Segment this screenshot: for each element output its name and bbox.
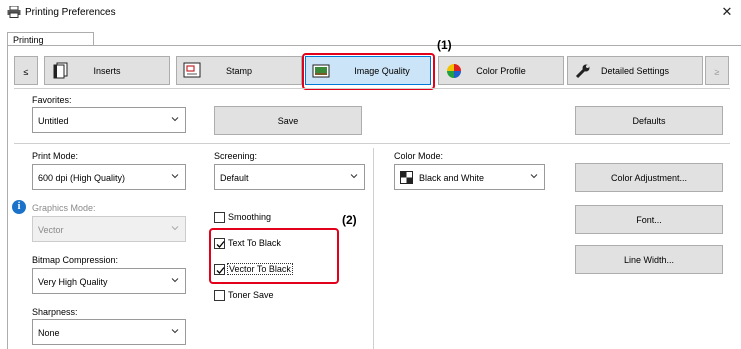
chevron-down-icon <box>530 174 538 179</box>
tab-strip: Printing Preferences <box>0 24 741 55</box>
smoothing-label: Smoothing <box>228 212 272 222</box>
chevron-down-icon <box>350 174 358 179</box>
print-mode-label: Print Mode: <box>32 151 79 161</box>
prev-category-button[interactable]: ≤ <box>14 56 38 85</box>
chevron-down-icon <box>171 226 179 231</box>
font-button[interactable]: Font... <box>575 205 723 234</box>
next-category-button[interactable]: ≥ <box>705 56 729 85</box>
sharpness-select[interactable]: None <box>32 319 186 345</box>
toner-save-label: Toner Save <box>228 290 274 300</box>
category-detailed-settings-button[interactable]: Detailed Settings <box>567 56 703 85</box>
color-mode-value: Black and White <box>419 173 485 183</box>
category-label: Inserts <box>93 66 121 76</box>
title-bar: Printing Preferences ✕ <box>0 0 741 24</box>
close-button[interactable]: ✕ <box>713 0 741 24</box>
color-mode-label: Color Mode: <box>394 151 444 161</box>
checkbox-box <box>214 212 225 223</box>
color-mode-select[interactable]: Black and White <box>394 164 545 190</box>
category-label: Stamp <box>225 66 252 76</box>
checkbox-box <box>214 290 225 301</box>
screening-select[interactable]: Default <box>214 164 365 190</box>
screening-value: Default <box>220 173 249 183</box>
category-stamp-button[interactable]: Stamp <box>176 56 302 85</box>
chevron-down-icon <box>171 117 179 122</box>
printer-icon <box>7 6 21 18</box>
separator <box>14 88 730 89</box>
print-mode-value: 600 dpi (High Quality) <box>38 173 126 183</box>
annotation-label-1: (1) <box>437 38 452 52</box>
graphics-mode-select[interactable]: Vector <box>32 216 186 242</box>
color-adjustment-button[interactable]: Color Adjustment... <box>575 163 723 192</box>
defaults-button[interactable]: Defaults <box>575 106 723 135</box>
settings-panel <box>7 45 741 349</box>
window-title: Printing Preferences <box>25 7 116 18</box>
close-icon: ✕ <box>721 4 733 19</box>
info-icon: i <box>12 200 26 214</box>
save-button[interactable]: Save <box>214 106 362 135</box>
category-label: Detailed Settings <box>600 66 670 76</box>
annotation-highlight-1 <box>302 53 435 90</box>
separator <box>14 143 730 144</box>
bitmap-compression-value: Very High Quality <box>38 277 108 287</box>
sharpness-value: None <box>38 328 60 338</box>
bitmap-compression-label: Bitmap Compression: <box>32 255 119 265</box>
graphics-mode-label: Graphics Mode: <box>32 203 96 213</box>
favorites-select[interactable]: Untitled <box>32 107 186 133</box>
favorites-label: Favorites: <box>32 95 72 105</box>
chevron-down-icon <box>171 329 179 334</box>
sharpness-label: Sharpness: <box>32 307 78 317</box>
category-color-profile-button[interactable]: Color Profile <box>438 56 564 85</box>
bitmap-compression-select[interactable]: Very High Quality <box>32 268 186 294</box>
favorites-value: Untitled <box>38 116 69 126</box>
annotation-highlight-2 <box>209 228 339 284</box>
print-mode-select[interactable]: 600 dpi (High Quality) <box>32 164 186 190</box>
vertical-separator <box>373 148 374 349</box>
chevron-down-icon <box>171 174 179 179</box>
black-and-white-icon <box>400 171 413 184</box>
line-width-button[interactable]: Line Width... <box>575 245 723 274</box>
category-inserts-button[interactable]: Inserts <box>44 56 170 85</box>
chevron-down-icon <box>171 278 179 283</box>
screening-label: Screening: <box>214 151 258 161</box>
category-label: Color Profile <box>476 66 526 76</box>
graphics-mode-value: Vector <box>38 225 64 235</box>
annotation-label-2: (2) <box>342 213 357 227</box>
